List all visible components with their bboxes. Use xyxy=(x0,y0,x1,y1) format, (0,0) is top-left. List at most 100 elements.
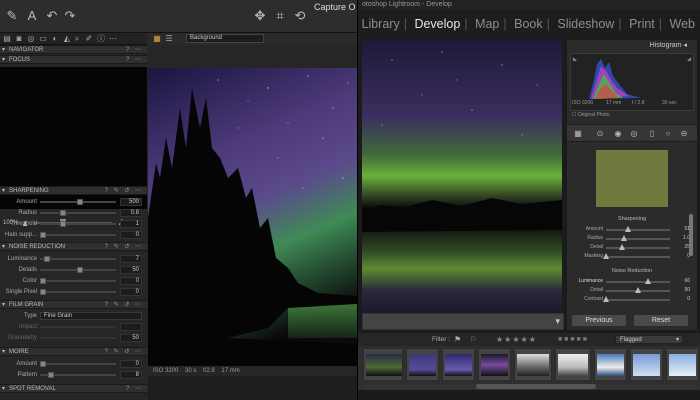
filter-preset-select[interactable]: Flagged ▾ xyxy=(615,335,683,344)
panel-scrollbar[interactable] xyxy=(689,214,693,256)
slider-value[interactable] xyxy=(120,323,142,331)
panel-actions-icon[interactable]: ? ✎ ↺ ⋯ xyxy=(105,187,143,195)
panel-actions-icon[interactable]: ? ⋯ xyxy=(126,46,143,54)
red-eye-icon[interactable]: ◎ xyxy=(629,129,639,139)
lr-main-image[interactable] xyxy=(362,40,562,312)
slider-knob[interactable] xyxy=(624,226,631,232)
slider-track[interactable] xyxy=(40,223,116,225)
slider-track[interactable] xyxy=(40,258,116,260)
library-tab-icon[interactable]: ▤ xyxy=(2,34,12,43)
filmstrip-thumb[interactable] xyxy=(594,348,627,381)
slider-track[interactable] xyxy=(40,280,116,282)
module-slideshow[interactable]: Slideshow xyxy=(557,17,614,31)
slider-knob[interactable] xyxy=(40,232,46,238)
slider-knob[interactable] xyxy=(603,253,609,259)
slider-track[interactable] xyxy=(40,291,116,293)
slider-value[interactable]: 0 xyxy=(120,288,142,296)
exposure-tab-icon[interactable]: ◭ xyxy=(62,34,72,43)
grid-icon[interactable]: ▦ xyxy=(573,129,583,139)
pencil-icon[interactable]: ✎ xyxy=(4,8,20,24)
toolbar-menu-icon[interactable]: ▾ xyxy=(555,316,560,327)
moire-header[interactable]: MOIRE ? ✎ ↺ ⋯ xyxy=(0,347,147,356)
reset-button[interactable]: Reset xyxy=(633,314,689,327)
module-map[interactable]: Map xyxy=(475,17,499,31)
crop-tool-icon[interactable]: ⌗ xyxy=(272,8,288,24)
noise-reduction-header[interactable]: NOISE REDUCTION ? ✎ ↺ ⋯ xyxy=(0,242,147,251)
slider-track[interactable] xyxy=(40,337,116,339)
module-print[interactable]: Print xyxy=(629,17,655,31)
slider-value[interactable]: 7 xyxy=(120,255,142,263)
film-grain-header[interactable]: FILM GRAIN ? ✎ ↺ ⋯ xyxy=(0,300,147,309)
panel-actions-icon[interactable]: ? ✎ ↺ ⋯ xyxy=(105,243,143,251)
graduated-filter-icon[interactable]: ▯ xyxy=(647,129,657,139)
unflag-icon[interactable]: ⚐ xyxy=(470,333,477,346)
slider-knob[interactable] xyxy=(77,267,83,273)
crop-icon[interactable]: ⊙ xyxy=(595,129,605,139)
text-tool-icon[interactable]: A xyxy=(24,8,40,24)
brush-icon[interactable]: ⊖ xyxy=(679,129,689,139)
slider-track[interactable] xyxy=(606,238,670,240)
slider-value[interactable]: 0.8 xyxy=(120,209,142,217)
slider-knob[interactable] xyxy=(40,278,46,284)
slider-value[interactable]: 50 xyxy=(673,286,690,295)
composition-tab-icon[interactable]: ▭ xyxy=(38,34,48,43)
module-develop[interactable]: Develop xyxy=(414,17,460,31)
filmstrip-thumb[interactable] xyxy=(666,348,699,381)
slider-track[interactable] xyxy=(606,256,670,258)
layer-select[interactable]: Background xyxy=(186,34,264,43)
grain-type-select[interactable]: Fine Grain xyxy=(40,312,142,320)
slider-value[interactable]: 50 xyxy=(120,334,142,342)
filmstrip-scrollbar[interactable] xyxy=(476,384,596,389)
detail-preview[interactable] xyxy=(596,150,668,207)
brush-tab-icon[interactable]: ✐ xyxy=(84,34,94,43)
original-photo-check[interactable]: ☐ Original Photo xyxy=(572,112,610,118)
slider-knob[interactable] xyxy=(60,210,66,216)
slider-knob[interactable] xyxy=(48,372,54,378)
flag-icon[interactable]: ⚑ xyxy=(454,333,461,346)
slider-value[interactable]: 0 xyxy=(673,252,690,261)
slider-knob[interactable] xyxy=(645,278,652,284)
module-book[interactable]: Book xyxy=(514,17,543,31)
grid-view-icon[interactable]: ▦ xyxy=(152,34,162,43)
slider-knob[interactable] xyxy=(620,235,627,241)
slider-track[interactable] xyxy=(606,299,670,301)
slider-track[interactable] xyxy=(40,234,116,236)
pan-tool-icon[interactable]: ✥ xyxy=(252,8,268,24)
spot-removal-header[interactable]: SPOT REMOVAL ? ⋯ xyxy=(0,384,147,393)
color-tab-icon[interactable]: ◐ xyxy=(50,34,60,43)
filmstrip-thumb[interactable] xyxy=(630,348,663,381)
filmstrip-thumb[interactable] xyxy=(363,348,403,381)
slider-track[interactable] xyxy=(606,229,670,231)
slider-value[interactable]: 66 xyxy=(673,277,690,286)
radial-filter-icon[interactable]: ○ xyxy=(663,129,673,139)
camera-tab-icon[interactable]: ◙ xyxy=(14,34,24,43)
slider-knob[interactable] xyxy=(40,361,46,367)
slider-value[interactable]: 0 xyxy=(673,295,690,304)
slider-track[interactable] xyxy=(40,326,116,328)
previous-button[interactable]: Previous xyxy=(571,314,627,327)
viewer-image[interactable] xyxy=(148,68,357,366)
undo-icon[interactable]: ↶ xyxy=(44,8,60,24)
panel-actions-icon[interactable]: ? ✎ ↺ ⋯ xyxy=(105,348,143,356)
filmstrip-thumb[interactable] xyxy=(555,348,591,381)
slider-track[interactable] xyxy=(40,212,116,214)
slider-knob[interactable] xyxy=(619,244,625,250)
slider-track[interactable] xyxy=(606,281,670,283)
slider-knob[interactable] xyxy=(77,199,83,205)
spot-removal-icon[interactable]: ◉ xyxy=(613,129,623,139)
slider-knob[interactable] xyxy=(44,256,50,262)
slider-track[interactable] xyxy=(40,363,116,365)
filmstrip-thumb[interactable] xyxy=(406,348,439,381)
panel-actions-icon[interactable]: ? ⋯ xyxy=(126,56,143,64)
module-web[interactable]: Web xyxy=(670,17,695,31)
navigator-header[interactable]: NAVIGATOR ? ⋯ xyxy=(0,45,147,54)
list-view-icon[interactable]: ☰ xyxy=(164,34,174,43)
rotate-tool-icon[interactable]: ⟲ xyxy=(292,8,308,24)
slider-knob[interactable] xyxy=(603,296,609,302)
panel-actions-icon[interactable]: ? ✎ ↺ ⋯ xyxy=(105,301,143,309)
batch-tab-icon[interactable]: ⋯ xyxy=(108,34,118,43)
slider-value[interactable]: 0 xyxy=(120,231,142,239)
slider-knob[interactable] xyxy=(635,287,641,293)
slider-knob[interactable] xyxy=(40,289,46,295)
slider-value[interactable]: 51 xyxy=(673,225,690,234)
